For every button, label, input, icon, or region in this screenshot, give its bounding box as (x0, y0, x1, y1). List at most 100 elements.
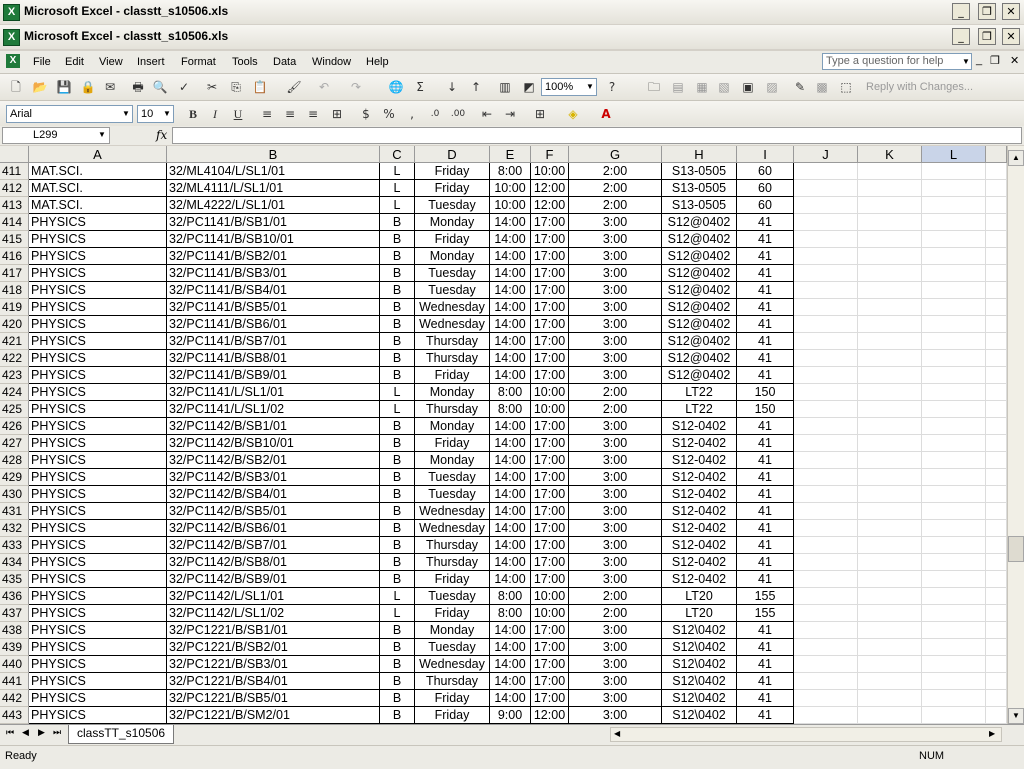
empty-cell[interactable] (794, 316, 858, 333)
row-header[interactable]: 418 (0, 282, 29, 299)
cell-a[interactable]: MAT.SCI. (29, 197, 167, 214)
cell-i[interactable]: 41 (737, 452, 794, 469)
column-header-i[interactable]: I (737, 146, 794, 163)
font-color-icon[interactable]: A (598, 106, 614, 122)
cell-g[interactable]: 3:00 (569, 367, 662, 384)
cell-a[interactable]: PHYSICS (29, 554, 167, 571)
cell-d[interactable]: Monday (415, 418, 490, 435)
empty-cell[interactable] (986, 503, 1007, 520)
cell-e[interactable]: 14:00 (490, 622, 531, 639)
increase-decimal-icon[interactable]: .0 (427, 106, 443, 122)
cell-b[interactable]: 32/PC1221/B/SB4/01 (167, 673, 380, 690)
cell-a[interactable]: PHYSICS (29, 537, 167, 554)
accept-icon[interactable]: ▩ (814, 79, 830, 95)
column-header-e[interactable]: E (490, 146, 531, 163)
empty-cell[interactable] (922, 435, 986, 452)
first-sheet-icon[interactable]: ⏮ (6, 728, 14, 738)
empty-cell[interactable] (986, 316, 1007, 333)
empty-cell[interactable] (922, 605, 986, 622)
row-header[interactable]: 414 (0, 214, 29, 231)
column-header-g[interactable]: G (569, 146, 662, 163)
row-header[interactable]: 429 (0, 469, 29, 486)
cell-d[interactable]: Thursday (415, 401, 490, 418)
empty-cell[interactable] (986, 520, 1007, 537)
column-header-a[interactable]: A (29, 146, 167, 163)
empty-cell[interactable] (922, 571, 986, 588)
cell-a[interactable]: PHYSICS (29, 248, 167, 265)
cell-h[interactable]: S12@0402 (662, 367, 737, 384)
row-header[interactable]: 443 (0, 707, 29, 724)
cell-d[interactable]: Friday (415, 367, 490, 384)
cell-g[interactable]: 3:00 (569, 639, 662, 656)
empty-cell[interactable] (858, 707, 922, 724)
cell-i[interactable]: 41 (737, 231, 794, 248)
cell-i[interactable]: 41 (737, 571, 794, 588)
cell-g[interactable]: 3:00 (569, 418, 662, 435)
empty-cell[interactable] (858, 639, 922, 656)
menu-file[interactable]: File (33, 56, 51, 68)
cell-e[interactable]: 14:00 (490, 367, 531, 384)
empty-cell[interactable] (794, 401, 858, 418)
cell-b[interactable]: 32/PC1142/L/SL1/02 (167, 605, 380, 622)
cell-g[interactable]: 3:00 (569, 520, 662, 537)
cell-g[interactable]: 3:00 (569, 656, 662, 673)
cell-c[interactable]: B (380, 537, 415, 554)
empty-cell[interactable] (858, 418, 922, 435)
empty-cell[interactable] (794, 367, 858, 384)
empty-cell[interactable] (794, 333, 858, 350)
cell-c[interactable]: B (380, 231, 415, 248)
cell-g[interactable]: 3:00 (569, 537, 662, 554)
cell-d[interactable]: Friday (415, 605, 490, 622)
cell-g[interactable]: 3:00 (569, 214, 662, 231)
cell-g[interactable]: 2:00 (569, 384, 662, 401)
cell-i[interactable]: 41 (737, 486, 794, 503)
cell-b[interactable]: 32/ML4111/L/SL1/01 (167, 180, 380, 197)
cell-b[interactable]: 32/PC1142/B/SB9/01 (167, 571, 380, 588)
doc-close-icon[interactable]: ✕ (1010, 54, 1019, 67)
cell-h[interactable]: S12@0402 (662, 350, 737, 367)
empty-cell[interactable] (858, 469, 922, 486)
cell-b[interactable]: 32/PC1141/B/SB10/01 (167, 231, 380, 248)
empty-cell[interactable] (858, 503, 922, 520)
row-header[interactable]: 439 (0, 639, 29, 656)
cell-c[interactable]: L (380, 180, 415, 197)
empty-cell[interactable] (986, 588, 1007, 605)
cell-e[interactable]: 14:00 (490, 316, 531, 333)
cell-a[interactable]: PHYSICS (29, 469, 167, 486)
empty-cell[interactable] (986, 367, 1007, 384)
cell-i[interactable]: 41 (737, 639, 794, 656)
cell-b[interactable]: 32/ML4104/L/SL1/01 (167, 163, 380, 180)
row-header[interactable]: 425 (0, 401, 29, 418)
cell-e[interactable]: 14:00 (490, 656, 531, 673)
font-size-select[interactable]: 10 ▼ (137, 105, 174, 123)
cell-d[interactable]: Wednesday (415, 316, 490, 333)
cell-f[interactable]: 17:00 (531, 350, 569, 367)
empty-cell[interactable] (858, 673, 922, 690)
cell-f[interactable]: 10:00 (531, 401, 569, 418)
cell-e[interactable]: 8:00 (490, 163, 531, 180)
cell-h[interactable]: S12@0402 (662, 299, 737, 316)
cell-i[interactable]: 155 (737, 605, 794, 622)
cell-a[interactable]: PHYSICS (29, 588, 167, 605)
empty-cell[interactable] (794, 707, 858, 724)
empty-cell[interactable] (794, 622, 858, 639)
cell-c[interactable]: B (380, 622, 415, 639)
underline-icon[interactable]: U (230, 106, 246, 122)
empty-cell[interactable] (794, 299, 858, 316)
cell-d[interactable]: Friday (415, 180, 490, 197)
cell-g[interactable]: 2:00 (569, 401, 662, 418)
empty-cell[interactable] (794, 588, 858, 605)
cell-h[interactable]: S12@0402 (662, 231, 737, 248)
cell-b[interactable]: 32/PC1141/B/SB9/01 (167, 367, 380, 384)
cell-d[interactable]: Wednesday (415, 299, 490, 316)
empty-cell[interactable] (922, 673, 986, 690)
cell-c[interactable]: B (380, 282, 415, 299)
cell-a[interactable]: PHYSICS (29, 265, 167, 282)
cell-b[interactable]: 32/PC1141/B/SB3/01 (167, 265, 380, 282)
empty-cell[interactable] (922, 316, 986, 333)
empty-cell[interactable] (922, 639, 986, 656)
empty-cell[interactable] (986, 248, 1007, 265)
column-header-l[interactable]: L (922, 146, 986, 163)
cell-d[interactable]: Tuesday (415, 469, 490, 486)
cell-f[interactable]: 17:00 (531, 231, 569, 248)
